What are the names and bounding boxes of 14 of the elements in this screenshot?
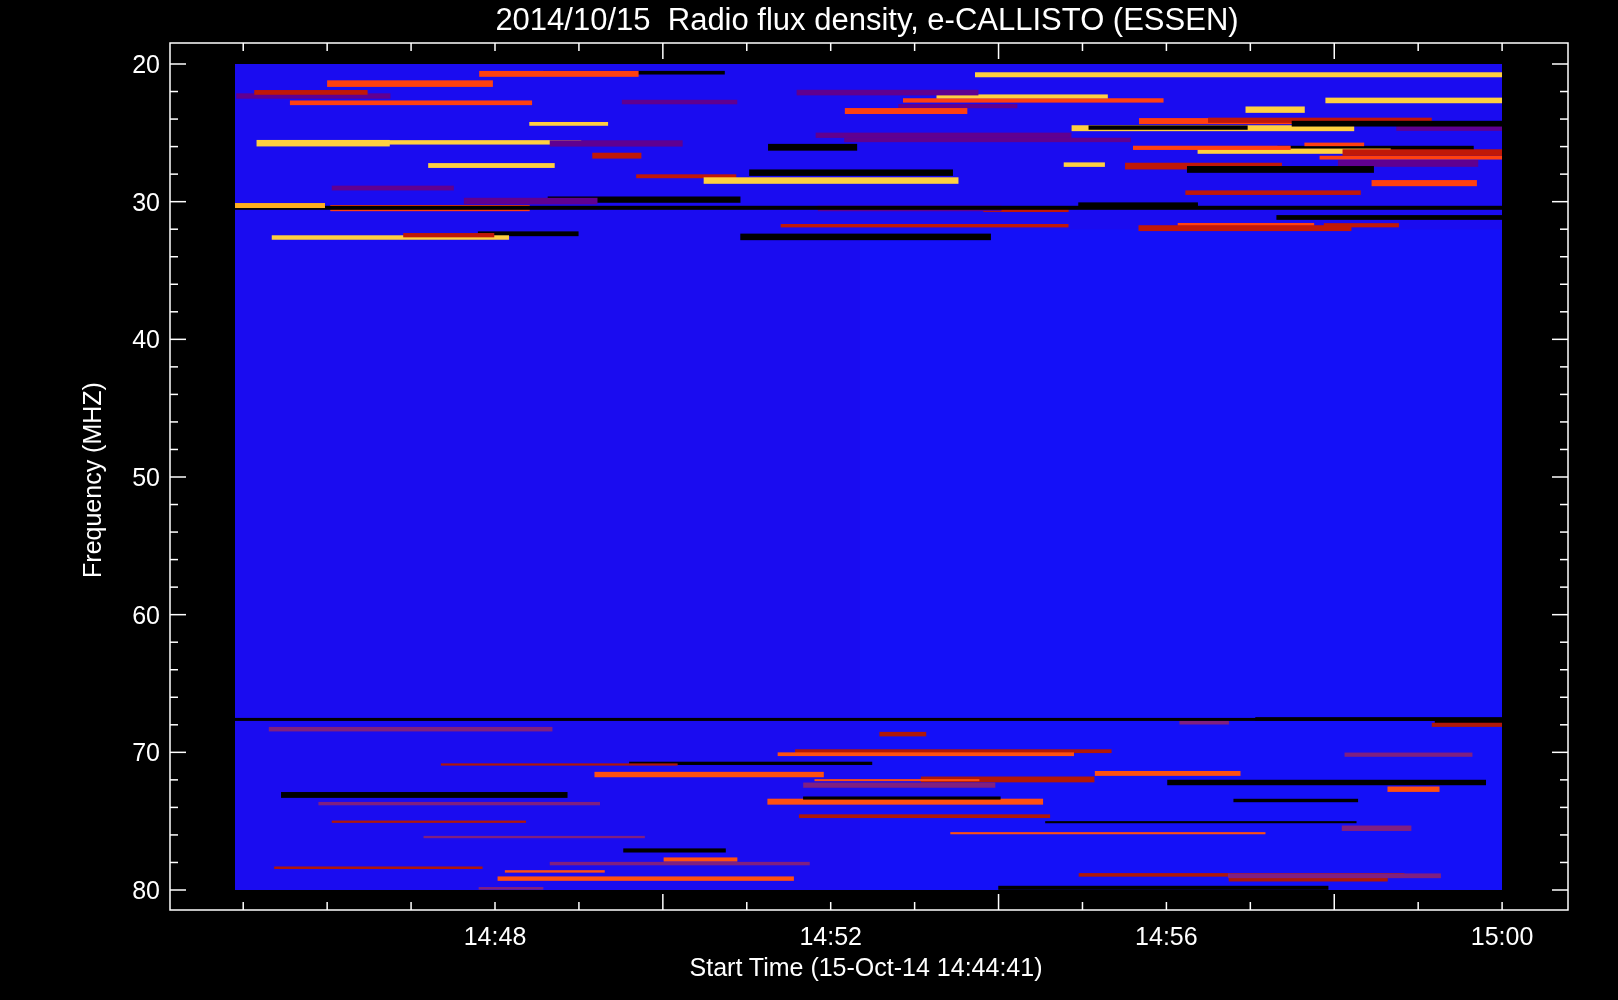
y-axis-label: Frequency (MHZ) xyxy=(78,382,106,578)
x-tick-label: 14:52 xyxy=(799,922,862,950)
x-tick-label: 14:56 xyxy=(1135,922,1198,950)
y-tick-label: 30 xyxy=(132,187,160,216)
chart-title: 2014/10/15 Radio flux density, e-CALLISTO (ESSEN) xyxy=(495,2,1239,37)
y-tick-label: 50 xyxy=(132,463,160,491)
x-tick-label: 15:00 xyxy=(1470,922,1534,950)
y-tick-label: 80 xyxy=(132,876,160,904)
x-axis-label: Start Time (15-Oct-14 14:44:41) xyxy=(689,953,1043,981)
y-tick-label: 60 xyxy=(132,600,160,629)
x-tick-label: 14:48 xyxy=(463,922,527,950)
y-tick-label: 70 xyxy=(132,738,160,767)
y-tick-label: 40 xyxy=(132,325,160,354)
y-tick-label: 20 xyxy=(132,50,160,78)
